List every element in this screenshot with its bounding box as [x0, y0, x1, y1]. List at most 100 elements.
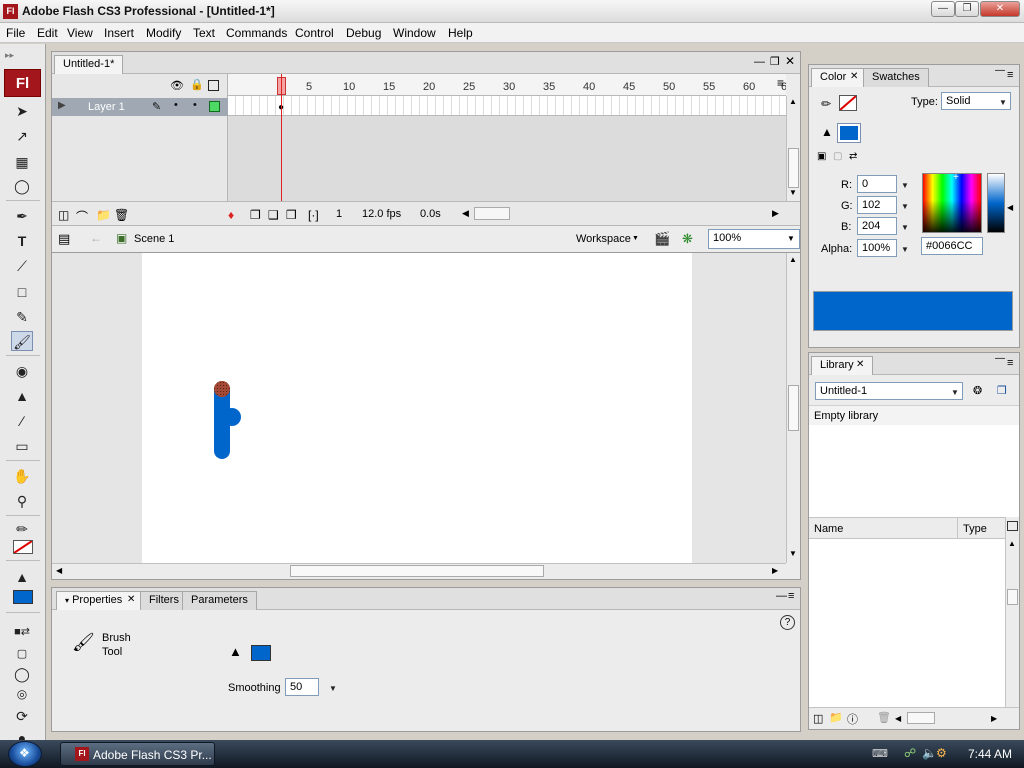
- layer-visible-dot[interactable]: •: [174, 99, 178, 111]
- rectangle-tool-icon[interactable]: □: [11, 282, 33, 302]
- layer-lock-dot[interactable]: •: [193, 99, 197, 111]
- delete-layer-icon[interactable]: 🗑: [114, 208, 129, 222]
- menu-commands[interactable]: Commands: [226, 26, 287, 40]
- volume-icon[interactable]: 🔈: [922, 746, 937, 760]
- ink-bottle-tool-icon[interactable]: ◉: [11, 361, 33, 381]
- stage-vertical-scrollbar[interactable]: ▲ ▼: [786, 253, 800, 563]
- stage-vscroll-thumb[interactable]: [788, 385, 799, 431]
- edit-multiple-frames-icon[interactable]: ❒: [286, 208, 297, 222]
- pin-library-icon[interactable]: ❂: [973, 384, 982, 397]
- no-color-icon[interactable]: ▢: [11, 644, 33, 664]
- menu-text[interactable]: Text: [193, 26, 215, 40]
- library-scroll-left-icon[interactable]: ◀: [895, 714, 901, 723]
- tab-close-icon[interactable]: ✕: [856, 359, 864, 370]
- brush-stroke-drawing[interactable]: [142, 253, 692, 563]
- smoothing-input[interactable]: 50: [285, 678, 319, 696]
- menu-control[interactable]: Control: [295, 26, 334, 40]
- layer-row[interactable]: ▶ Layer 1 ✎ • •: [52, 98, 228, 116]
- panel-minimize-icon[interactable]: —: [995, 65, 1005, 76]
- panel-minimize-icon[interactable]: —: [776, 590, 787, 602]
- panel-minimize-icon[interactable]: —: [995, 353, 1005, 364]
- tab-swatches[interactable]: Swatches: [863, 68, 929, 87]
- swap-colors-icon[interactable]: ⇄: [849, 151, 857, 162]
- layer-outline-color-icon[interactable]: [209, 101, 220, 112]
- fill-type-dropdown-icon[interactable]: ▼: [999, 98, 1007, 107]
- tab-close-icon[interactable]: ✕: [127, 594, 135, 605]
- panel-menu-icon[interactable]: ≡: [1007, 357, 1013, 369]
- taskbar-flash-button[interactable]: Fl Adobe Flash CS3 Pr...: [60, 742, 215, 766]
- tab-filters[interactable]: Filters: [140, 591, 188, 610]
- workspace-dropdown-icon[interactable]: ▼: [632, 235, 639, 242]
- zoom-dropdown-icon[interactable]: ▼: [787, 234, 795, 243]
- free-transform-tool-icon[interactable]: ▦: [11, 152, 33, 172]
- black-white-swap-icon[interactable]: ■⇄: [11, 622, 33, 642]
- add-motion-guide-icon[interactable]: ⌒: [76, 208, 88, 225]
- text-tool-icon[interactable]: T: [11, 231, 33, 251]
- hand-tool-icon[interactable]: ✋: [11, 466, 33, 486]
- tab-properties[interactable]: ▾ Properties ✕: [56, 591, 146, 610]
- smoothing-dropdown-icon[interactable]: ▼: [329, 684, 337, 693]
- new-folder-icon[interactable]: 📁: [829, 711, 843, 724]
- column-name[interactable]: Name: [814, 523, 843, 535]
- library-scroll-right-icon[interactable]: ▶: [991, 714, 997, 723]
- delete-item-icon[interactable]: 🗑: [877, 711, 891, 724]
- doc-minimize-icon[interactable]: —: [754, 56, 765, 68]
- brightness-slider-arrow-icon[interactable]: ◀: [1007, 203, 1013, 212]
- menu-view[interactable]: View: [67, 26, 93, 40]
- properties-icon[interactable]: ⓘ: [847, 711, 858, 727]
- stage-scroll-right-icon[interactable]: ▶: [772, 566, 778, 575]
- start-button[interactable]: ❖: [8, 741, 42, 767]
- onion-skin-icon[interactable]: ❐: [250, 208, 261, 222]
- eraser-tool-icon[interactable]: ▭: [11, 436, 33, 456]
- frame-view-menu-icon[interactable]: ≡: [777, 76, 784, 90]
- edit-symbols-icon[interactable]: ❋: [682, 231, 693, 247]
- selection-tool-icon[interactable]: ➤: [11, 101, 33, 121]
- lock-layers-icon[interactable]: 🔒: [190, 78, 204, 91]
- doc-restore-icon[interactable]: ❐: [770, 55, 780, 68]
- smooth-option-icon[interactable]: ⟳: [11, 706, 33, 726]
- menu-file[interactable]: File: [6, 26, 25, 40]
- menu-window[interactable]: Window: [393, 26, 436, 40]
- timeline-toggle-icon[interactable]: ▤: [58, 231, 70, 247]
- default-colors-icon[interactable]: ▣: [817, 151, 826, 162]
- close-window-button[interactable]: ✕: [980, 1, 1020, 17]
- frame-ruler[interactable]: 1 5 10 15 20 25 30 35 40 45 50 55 60 65 …: [228, 74, 786, 96]
- scroll-thumb[interactable]: [788, 148, 799, 188]
- back-arrow-icon[interactable]: ←: [90, 231, 102, 245]
- paint-bucket-tool-icon[interactable]: ▲: [11, 386, 33, 406]
- library-document-select[interactable]: Untitled-1: [815, 382, 963, 400]
- doc-close-icon[interactable]: ✕: [785, 54, 795, 68]
- show-hide-eye-icon[interactable]: 👁: [170, 79, 184, 92]
- modify-onion-markers-icon[interactable]: [·]: [308, 208, 319, 222]
- menu-debug[interactable]: Debug: [346, 26, 381, 40]
- stage-horizontal-scrollbar[interactable]: ◀ ▶: [52, 563, 786, 579]
- tab-parameters[interactable]: Parameters: [182, 591, 257, 610]
- hex-input[interactable]: #0066CC: [921, 237, 983, 255]
- tab-library[interactable]: Library ✕: [811, 356, 873, 375]
- timeline-vertical-scrollbar[interactable]: ▲ ▼: [786, 96, 800, 201]
- snap-to-objects-icon[interactable]: ◯: [11, 664, 33, 684]
- tab-color[interactable]: Color ✕: [811, 68, 866, 87]
- scroll-up-icon[interactable]: ▲: [789, 97, 797, 106]
- lasso-tool-icon[interactable]: ◯: [11, 176, 33, 196]
- fill-color-box[interactable]: [837, 123, 861, 143]
- library-scroll-thumb[interactable]: [1007, 589, 1018, 605]
- onion-outlines-icon[interactable]: ❑: [268, 208, 279, 222]
- scroll-down-icon[interactable]: ▼: [789, 188, 797, 197]
- pasteboard[interactable]: [52, 253, 786, 563]
- subselection-tool-icon[interactable]: ↗: [11, 126, 33, 146]
- outline-layers-icon[interactable]: [208, 80, 219, 91]
- blue-input[interactable]: 204: [857, 217, 897, 235]
- fill-color-picker[interactable]: [251, 645, 271, 661]
- new-library-panel-icon[interactable]: ❒: [997, 384, 1007, 397]
- stage-scroll-left-icon[interactable]: ◀: [56, 566, 62, 575]
- wide-view-icon[interactable]: [1007, 521, 1018, 531]
- insert-folder-icon[interactable]: 📁: [96, 208, 111, 222]
- collapse-arrow-icon[interactable]: ▾: [65, 596, 69, 605]
- panel-menu-icon[interactable]: ≡: [788, 590, 794, 602]
- alpha-input[interactable]: 100%: [857, 239, 897, 257]
- green-input[interactable]: 102: [857, 196, 897, 214]
- stage-canvas[interactable]: [142, 253, 692, 563]
- fill-color-swatch[interactable]: [13, 590, 33, 604]
- library-vertical-scrollbar[interactable]: ▲: [1005, 517, 1019, 707]
